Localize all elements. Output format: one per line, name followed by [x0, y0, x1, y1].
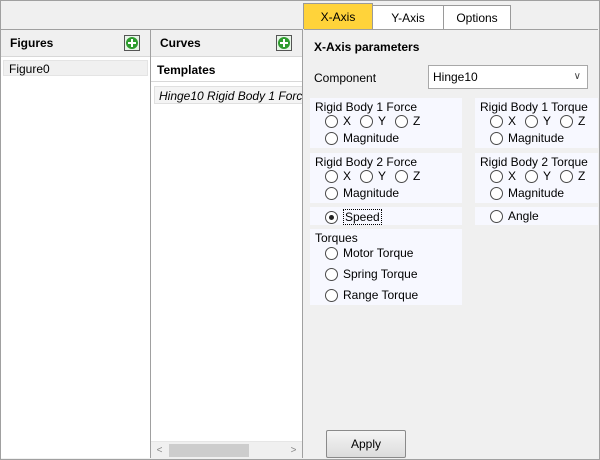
horizontal-scrollbar[interactable]: < >	[151, 441, 302, 458]
radio-circle[interactable]	[395, 169, 409, 183]
radio-circle[interactable]	[325, 131, 338, 145]
add-curve-button[interactable]	[276, 35, 292, 51]
rb1-force-title: Rigid Body 1 Force	[315, 100, 418, 114]
rb1-torque-group: Rigid Body 1 Torque X Y Z Magnitude	[475, 98, 598, 148]
rb2-torque-y-radio[interactable]: Y	[525, 169, 551, 183]
component-select[interactable]: Hinge10 ∨	[428, 65, 588, 89]
rb1-torque-title: Rigid Body 1 Torque	[480, 100, 588, 114]
rb2-force-z-radio[interactable]: Z	[395, 169, 420, 183]
spring-torque-radio[interactable]: Spring Torque	[325, 267, 418, 281]
rb1-force-group: Rigid Body 1 Force X Y Z Magnitude	[310, 98, 462, 148]
rb2-force-title: Rigid Body 2 Force	[315, 155, 418, 169]
rb1-force-magnitude-radio[interactable]: Magnitude	[325, 131, 399, 145]
rb2-torque-z-radio[interactable]: Z	[560, 169, 585, 183]
radio-circle[interactable]	[490, 131, 503, 145]
figure-item[interactable]: Figure0	[3, 60, 148, 76]
radio-circle[interactable]	[560, 169, 574, 183]
figures-panel: Figures Figure0	[1, 29, 151, 458]
tab-x-axis[interactable]: X-Axis	[303, 3, 373, 29]
radio-circle[interactable]	[525, 114, 539, 128]
angle-group: Angle	[475, 207, 598, 225]
radio-circle[interactable]	[395, 114, 409, 128]
figures-title: Figures	[10, 36, 54, 50]
angle-radio[interactable]: Angle	[490, 209, 539, 223]
radio-circle[interactable]	[325, 246, 338, 260]
add-figure-button[interactable]	[124, 35, 140, 51]
radio-circle[interactable]	[490, 186, 503, 200]
figures-header: Figures	[1, 30, 150, 57]
radio-circle[interactable]	[325, 114, 338, 128]
radio-circle[interactable]	[490, 209, 503, 223]
rb2-torque-group: Rigid Body 2 Torque X Y Z Magnitude	[475, 153, 598, 203]
torques-group: Torques Motor Torque Spring Torque Range…	[310, 229, 462, 305]
radio-circle-checked[interactable]	[325, 210, 338, 224]
rb1-force-y-radio[interactable]: Y	[360, 114, 386, 128]
range-torque-radio[interactable]: Range Torque	[325, 288, 418, 302]
curves-title: Curves	[160, 36, 201, 50]
motor-torque-radio[interactable]: Motor Torque	[325, 246, 413, 260]
axis-tabs: X-Axis Y-Axis Options	[303, 3, 511, 29]
scroll-right-icon[interactable]: >	[285, 442, 302, 459]
rb1-force-z-radio[interactable]: Z	[395, 114, 420, 128]
radio-circle[interactable]	[325, 288, 338, 302]
rb2-torque-magnitude-radio[interactable]: Magnitude	[490, 186, 564, 200]
rb1-torque-magnitude-radio[interactable]: Magnitude	[490, 131, 564, 145]
scroll-left-icon[interactable]: <	[151, 442, 168, 459]
radio-circle[interactable]	[360, 114, 374, 128]
scrollbar-thumb[interactable]	[169, 444, 249, 457]
radio-circle[interactable]	[525, 169, 539, 183]
rb2-force-magnitude-radio[interactable]: Magnitude	[325, 186, 399, 200]
radio-circle[interactable]	[560, 114, 574, 128]
radio-circle[interactable]	[360, 169, 374, 183]
rb1-torque-z-radio[interactable]: Z	[560, 114, 585, 128]
templates-header: Templates	[151, 59, 302, 82]
curves-panel: Curves Templates Hinge10 Rigid Body 1 Fo…	[151, 29, 303, 458]
chevron-down-icon: ∨	[573, 71, 581, 82]
tab-y-axis[interactable]: Y-Axis	[372, 5, 444, 29]
radio-circle[interactable]	[325, 267, 338, 281]
curves-header: Curves	[151, 30, 302, 57]
radio-circle[interactable]	[325, 186, 338, 200]
rb1-force-x-radio[interactable]: X	[325, 114, 351, 128]
rb2-force-x-radio[interactable]: X	[325, 169, 351, 183]
component-value: Hinge10	[433, 70, 478, 84]
speed-radio[interactable]: Speed	[325, 209, 382, 225]
apply-button[interactable]: Apply	[326, 430, 406, 458]
radio-circle[interactable]	[490, 169, 503, 183]
rb2-torque-x-radio[interactable]: X	[490, 169, 516, 183]
tab-options[interactable]: Options	[443, 5, 511, 29]
plus-icon	[278, 37, 290, 49]
plus-icon	[126, 37, 138, 49]
parameters-title: X-Axis parameters	[314, 40, 420, 54]
component-label: Component	[314, 71, 377, 85]
rb1-torque-x-radio[interactable]: X	[490, 114, 516, 128]
torques-title: Torques	[315, 231, 358, 245]
x-axis-parameters-panel: X-Axis parameters Component Hinge10 ∨ Ri…	[304, 29, 598, 458]
rb2-force-group: Rigid Body 2 Force X Y Z Magnitude	[310, 153, 462, 203]
rb2-torque-title: Rigid Body 2 Torque	[480, 155, 588, 169]
rb2-force-y-radio[interactable]: Y	[360, 169, 386, 183]
radio-circle[interactable]	[490, 114, 503, 128]
template-item[interactable]: Hinge10 Rigid Body 1 Force Ma	[154, 86, 302, 104]
speed-group: Speed	[310, 207, 462, 225]
rb1-torque-y-radio[interactable]: Y	[525, 114, 551, 128]
radio-circle[interactable]	[325, 169, 338, 183]
